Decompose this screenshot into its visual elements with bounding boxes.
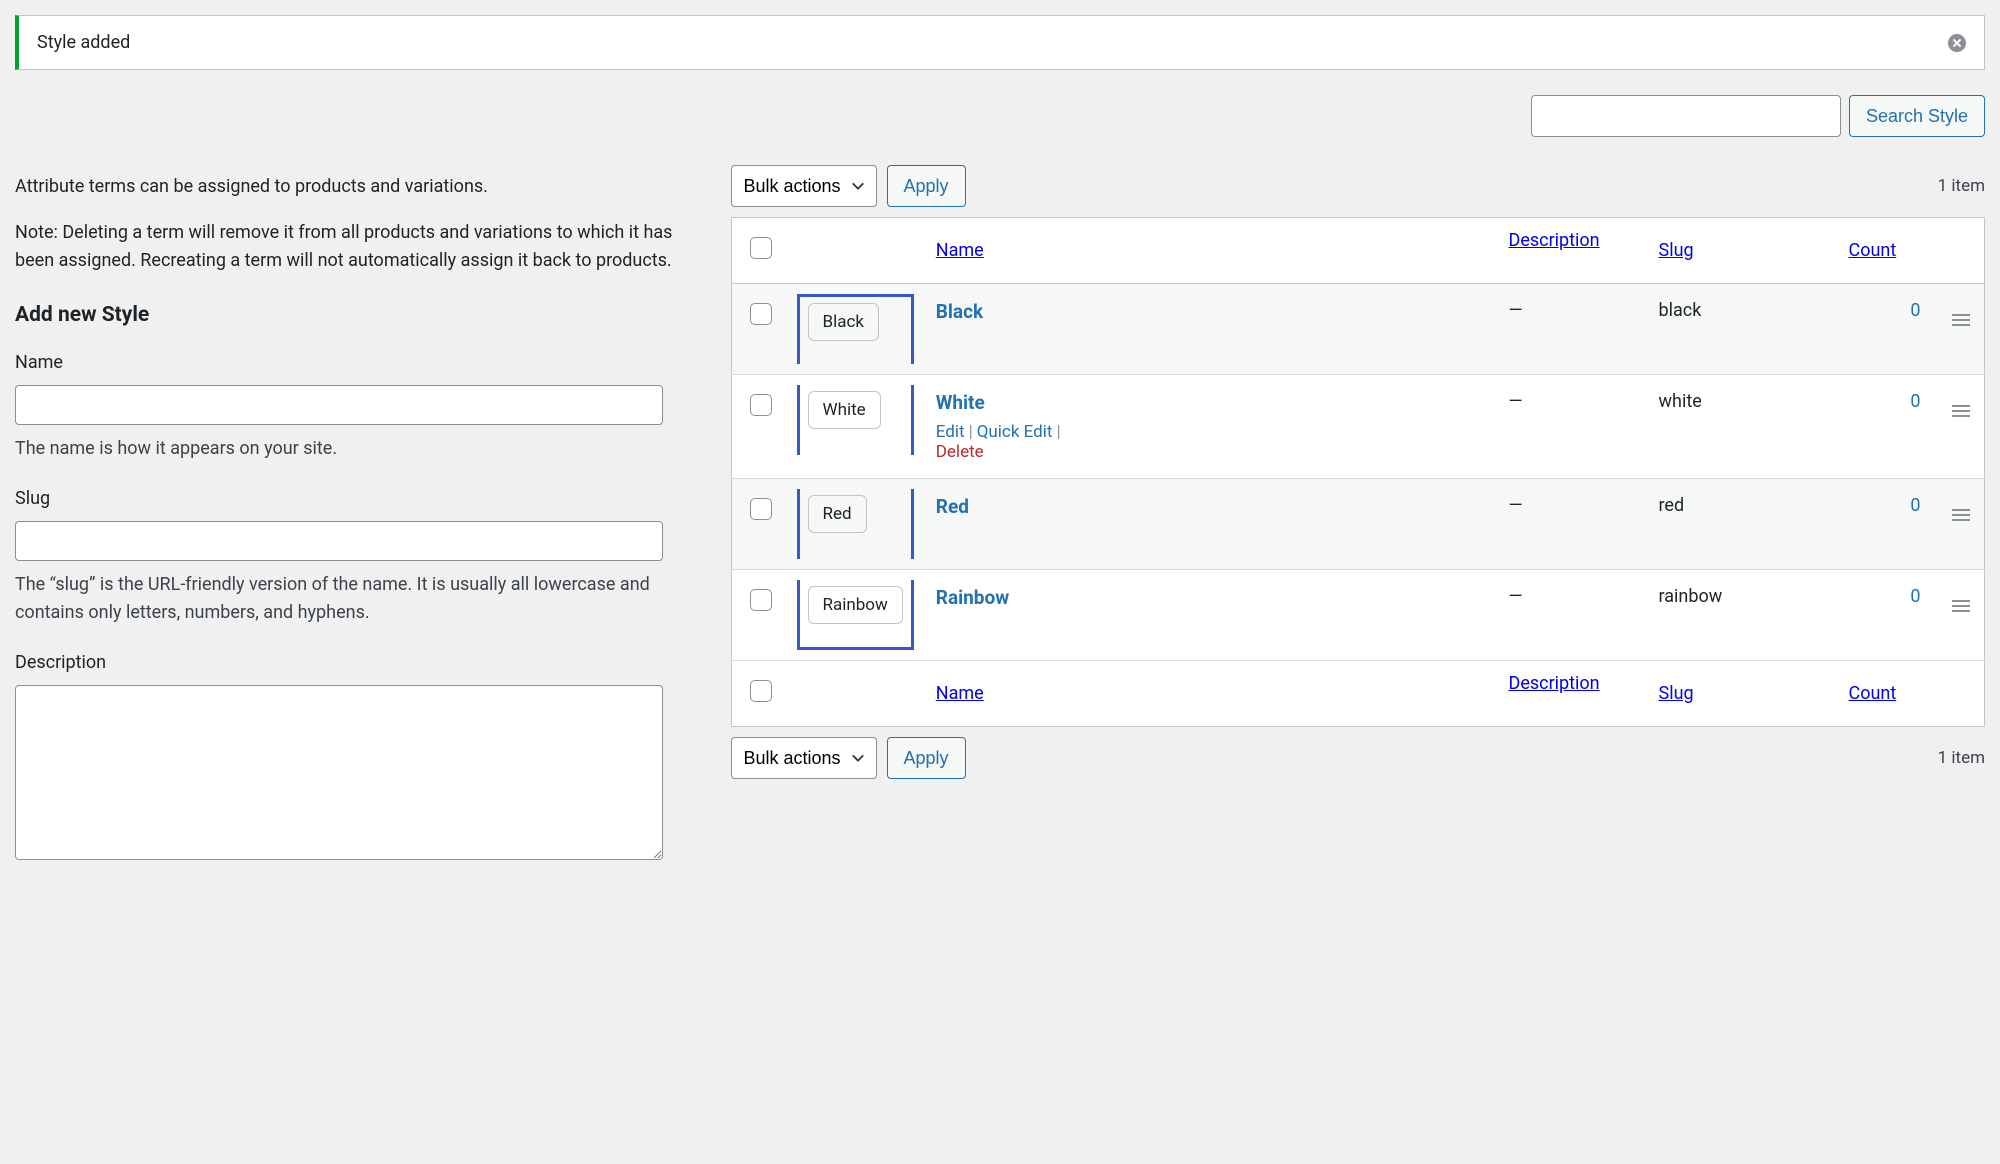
close-icon[interactable] <box>1948 34 1966 52</box>
bulk-actions-select[interactable]: Bulk actions <box>731 165 877 207</box>
terms-table: Name Description Slug Count BlackBlack—b… <box>731 217 1986 727</box>
slug-label: Slug <box>15 485 691 513</box>
drag-handle-icon[interactable] <box>1952 509 1970 521</box>
edit-link[interactable]: Edit <box>936 422 965 442</box>
row-checkbox[interactable] <box>750 394 772 416</box>
search-button[interactable]: Search Style <box>1849 95 1985 137</box>
row-checkbox[interactable] <box>750 303 772 325</box>
delete-link[interactable]: Delete <box>936 442 984 462</box>
drag-handle-icon[interactable] <box>1952 314 1970 326</box>
table-row: Red Red —red 0 <box>731 479 1985 570</box>
intro-text-1: Attribute terms can be assigned to produ… <box>15 173 691 201</box>
term-description: — <box>1495 570 1645 661</box>
select-all-checkbox-top[interactable] <box>750 237 772 259</box>
drag-handle-icon[interactable] <box>1952 600 1970 612</box>
term-count-link[interactable]: 0 <box>1910 586 1920 607</box>
term-description: — <box>1495 284 1645 375</box>
term-name-link[interactable]: Black <box>936 300 983 323</box>
term-slug: rainbow <box>1645 570 1835 661</box>
term-description: — <box>1495 479 1645 570</box>
term-name-link[interactable]: White <box>936 391 985 414</box>
column-footer-description[interactable]: Description <box>1509 673 1600 694</box>
item-count-bottom: 1 item <box>1938 748 1985 768</box>
slug-help: The “slug” is the URL-friendly version o… <box>15 571 691 627</box>
apply-button-top[interactable]: Apply <box>887 165 966 207</box>
name-help: The name is how it appears on your site. <box>15 435 691 463</box>
term-count-link[interactable]: 0 <box>1910 391 1920 412</box>
apply-button-bottom[interactable]: Apply <box>887 737 966 779</box>
quick-edit-link[interactable]: Quick Edit <box>977 422 1053 442</box>
description-field[interactable] <box>15 685 663 860</box>
select-all-checkbox-bottom[interactable] <box>750 680 772 702</box>
name-field[interactable] <box>15 385 663 425</box>
column-footer-slug[interactable]: Slug <box>1659 683 1694 704</box>
term-slug: white <box>1645 375 1835 479</box>
term-chip: Black <box>808 303 880 341</box>
bulk-actions-select-bottom[interactable]: Bulk actions <box>731 737 877 779</box>
column-header-count[interactable]: Count <box>1849 240 1897 261</box>
term-name-link[interactable]: Rainbow <box>936 586 1009 609</box>
notice-message: Style added <box>37 32 130 53</box>
term-chip: Rainbow <box>808 586 903 624</box>
column-footer-count[interactable]: Count <box>1849 683 1897 704</box>
term-slug: red <box>1645 479 1835 570</box>
column-header-description[interactable]: Description <box>1509 230 1600 251</box>
term-chip: Red <box>808 495 867 533</box>
column-header-name[interactable]: Name <box>936 240 984 261</box>
description-label: Description <box>15 649 691 677</box>
table-row: White White Edit|Quick Edit|Delete —white 0 <box>731 375 1985 479</box>
intro-text-2: Note: Deleting a term will remove it fro… <box>15 219 691 275</box>
drag-handle-icon[interactable] <box>1952 405 1970 417</box>
column-header-slug[interactable]: Slug <box>1659 240 1694 261</box>
name-label: Name <box>15 349 691 377</box>
term-chip: White <box>808 391 881 429</box>
table-row: Rainbow Rainbow —rainbow 0 <box>731 570 1985 661</box>
term-description: — <box>1495 375 1645 479</box>
term-count-link[interactable]: 0 <box>1910 495 1920 516</box>
column-footer-name[interactable]: Name <box>936 683 984 704</box>
search-input[interactable] <box>1531 95 1841 137</box>
term-name-link[interactable]: Red <box>936 495 969 518</box>
term-slug: black <box>1645 284 1835 375</box>
row-actions: Edit|Quick Edit|Delete <box>936 422 1481 462</box>
row-checkbox[interactable] <box>750 498 772 520</box>
row-checkbox[interactable] <box>750 589 772 611</box>
notice-success: Style added <box>15 15 1985 70</box>
item-count-top: 1 item <box>1938 176 1985 196</box>
slug-field[interactable] <box>15 521 663 561</box>
add-new-heading: Add new Style <box>15 299 691 332</box>
table-row: Black Black —black 0 <box>731 284 1985 375</box>
term-count-link[interactable]: 0 <box>1910 300 1920 321</box>
